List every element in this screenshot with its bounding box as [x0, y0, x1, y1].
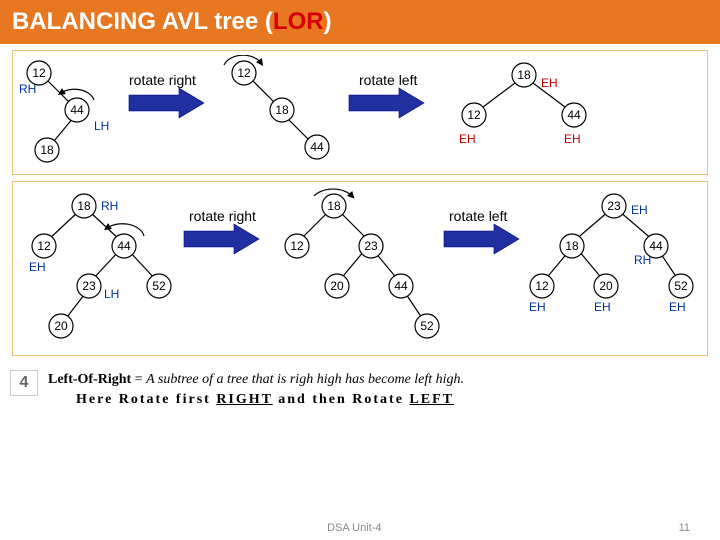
title-main: BALANCING AVL tree: [12, 8, 265, 35]
fig2-stage3: 23 18 44 12 20 52 EH RH EH EH EH: [529, 194, 693, 314]
fig2-s1-n23: 23: [82, 279, 96, 293]
fig2-s2-n23: 23: [364, 239, 378, 253]
fig1-stage3: 18 12 44 EH EH EH: [459, 63, 586, 146]
fig1-s3-t1: EH: [541, 76, 558, 90]
fig2-s1-tRH: RH: [101, 199, 118, 213]
fig1-s2-n2: 18: [275, 103, 289, 117]
fig1-s1-n1: 12: [32, 66, 46, 80]
fig2-stage2: 18 12 23 20 44 52: [285, 189, 439, 338]
figure-2-svg: 18 12 44 23 52 20 RH EH LH rotate right …: [19, 186, 699, 351]
fig1-s3-n1: 18: [517, 68, 531, 82]
fig1-arrow1: rotate right: [129, 72, 204, 118]
fig2-arrow1: rotate right: [184, 208, 259, 254]
caption-left: LEFT: [409, 392, 454, 407]
caption-eq: =: [131, 372, 146, 387]
fig1-s2-n1: 12: [237, 66, 251, 80]
fig2-s1-tLH: LH: [104, 287, 119, 301]
fig1-s3-t3: EH: [564, 132, 581, 146]
fig1-s3-n2: 12: [467, 108, 481, 122]
caption-action-pre: Here Rotate first: [76, 392, 216, 407]
footer-page: 11: [679, 522, 690, 534]
fig2-s1-n44: 44: [117, 239, 131, 253]
fig2-s1-tEH1: EH: [29, 260, 46, 274]
fig2-s3-t5: EH: [669, 300, 686, 314]
title-lor: LOR: [273, 8, 324, 35]
fig1-s1-t1: RH: [19, 82, 36, 96]
fig2-s3-t2: RH: [634, 253, 651, 267]
fig2-s1-n52: 52: [152, 279, 166, 293]
fig1-s3-n3: 44: [567, 108, 581, 122]
fig2-s3-n12: 12: [535, 279, 549, 293]
fig2-s3-n18: 18: [565, 239, 579, 253]
fig2-s3-n52: 52: [674, 279, 688, 293]
fig2-s3-t4: EH: [594, 300, 611, 314]
fig2-s3-n23: 23: [607, 199, 621, 213]
fig1-stage2: 12 18 44: [224, 55, 329, 159]
figure-1-svg: 12 44 18 RH LH rotate right 12 18 44 rot…: [19, 55, 699, 170]
figure-2: 18 12 44 23 52 20 RH EH LH rotate right …: [12, 181, 708, 356]
figure-1: 12 44 18 RH LH rotate right 12 18 44 rot…: [12, 50, 708, 175]
fig2-s1-n12: 12: [37, 239, 51, 253]
fig2-s2-n52: 52: [420, 319, 434, 333]
caption-number: 4: [10, 370, 38, 396]
fig1-s3-t2: EH: [459, 132, 476, 146]
fig2-op2-label: rotate left: [449, 208, 507, 224]
fig2-s3-n20: 20: [599, 279, 613, 293]
fig1-arrow2: rotate left: [349, 72, 424, 118]
fig2-s2-n12: 12: [290, 239, 304, 253]
footer-center: DSA Unit-4: [327, 522, 381, 534]
caption-row: 4 Left-Of-Right = A subtree of a tree th…: [0, 362, 720, 417]
fig2-s3-n44: 44: [649, 239, 663, 253]
fig1-stage1: 12 44 18 RH LH: [19, 61, 109, 162]
caption-desc: A subtree of a tree that is righ high ha…: [146, 372, 464, 387]
caption-mid: and then Rotate: [273, 392, 410, 407]
fig2-s2-n44: 44: [394, 279, 408, 293]
caption-text: Left-Of-Right = A subtree of a tree that…: [48, 370, 464, 409]
fig2-stage1: 18 12 44 23 52 20 RH EH LH: [29, 194, 171, 338]
fig1-op2-label: rotate left: [359, 72, 417, 88]
fig2-s3-t1: EH: [631, 203, 648, 217]
fig2-s1-n20: 20: [54, 319, 68, 333]
footer: DSA Unit-4 11: [0, 522, 720, 534]
caption-right: RIGHT: [216, 392, 272, 407]
slide-title: BALANCING AVL tree (LOR): [0, 0, 720, 44]
fig1-op1-label: rotate right: [129, 72, 196, 88]
fig2-s1-n18: 18: [77, 199, 91, 213]
fig2-op1-label: rotate right: [189, 208, 256, 224]
fig2-s2-n18: 18: [327, 199, 341, 213]
fig2-s3-t3: EH: [529, 300, 546, 314]
fig1-s1-n2: 44: [70, 103, 84, 117]
caption-term: Left-Of-Right: [48, 372, 131, 387]
title-paren-open: (: [265, 8, 273, 35]
fig2-arrow2: rotate left: [444, 208, 519, 254]
fig1-s2-n3: 44: [310, 140, 324, 154]
fig1-s1-t2: LH: [94, 119, 109, 133]
fig1-s1-n3: 18: [40, 143, 54, 157]
fig2-s2-n20: 20: [330, 279, 344, 293]
title-paren-close: ): [324, 8, 332, 35]
